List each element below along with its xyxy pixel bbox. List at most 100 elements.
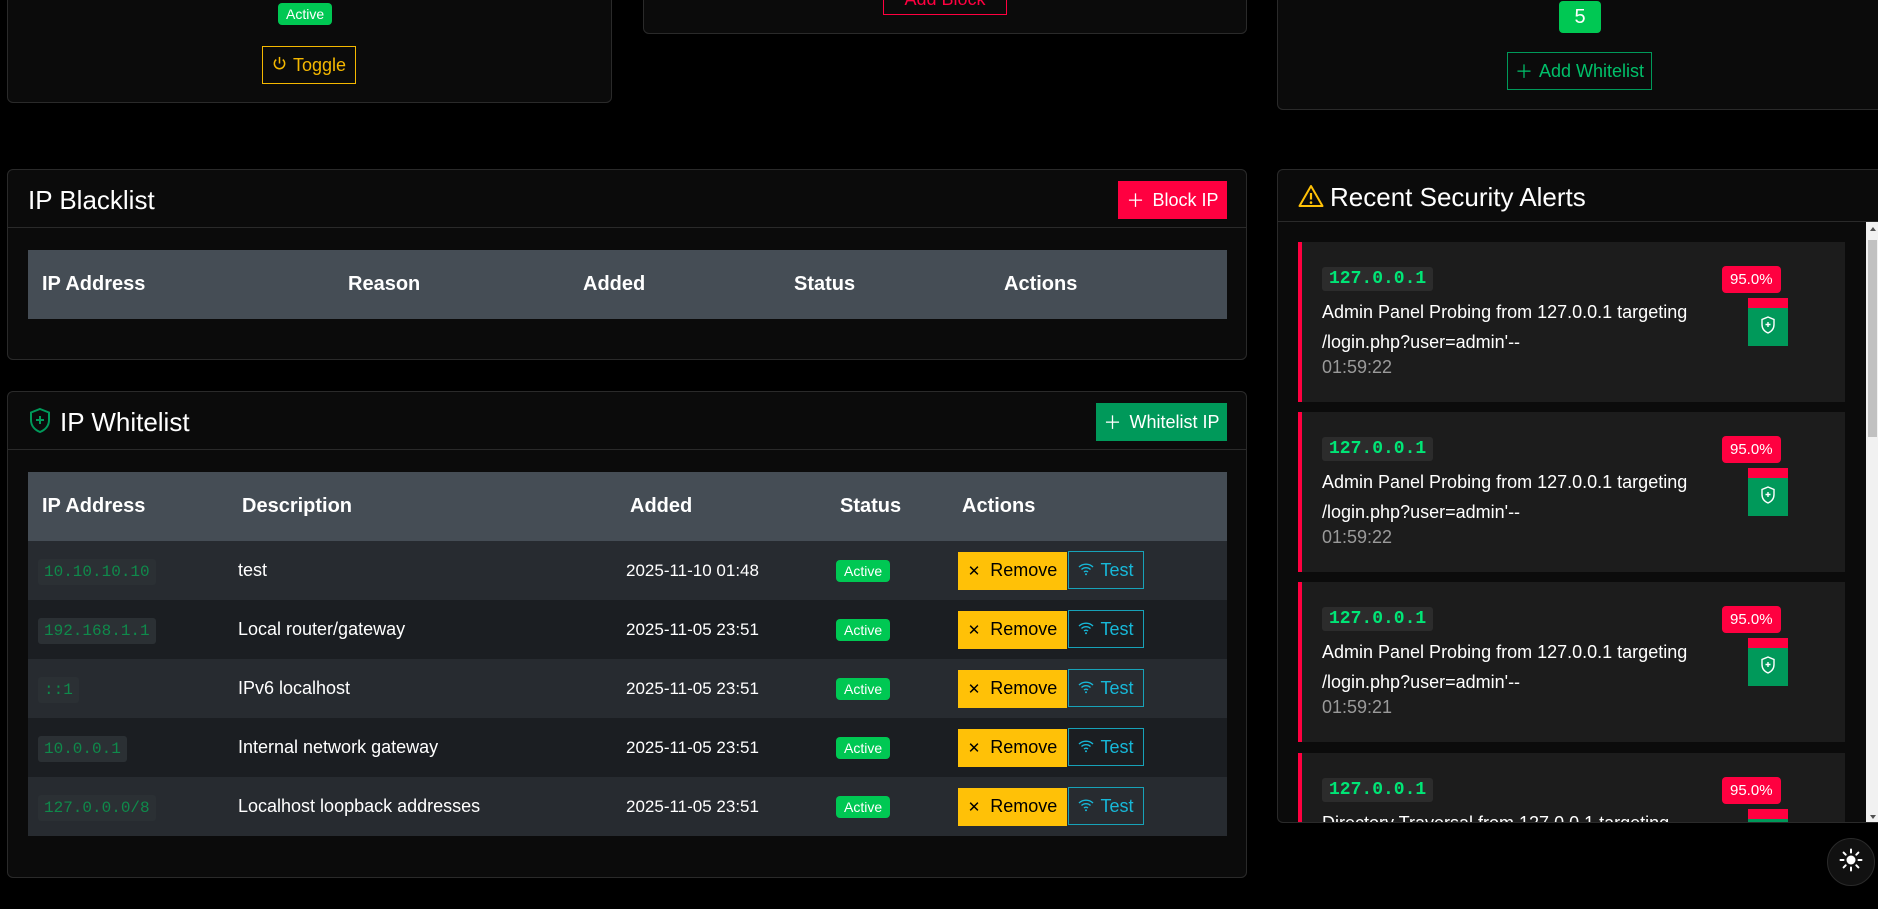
add-block-button[interactable]: Add Block <box>883 0 1007 15</box>
remove-label: Remove <box>990 678 1058 699</box>
service-status-card: Active Toggle <box>7 0 612 103</box>
whitelist-table: IP Address Description Added Status Acti… <box>28 472 1227 836</box>
security-alerts-panel: Recent Security Alerts 127.0.0.1 Admin P… <box>1277 169 1878 823</box>
wifi-icon <box>1078 737 1094 758</box>
block-ip-button[interactable]: ＋ Block IP <box>1118 181 1227 219</box>
table-header-row: IP Address Description Added Status Acti… <box>28 472 1227 541</box>
shield-plus-icon <box>1760 655 1776 679</box>
alert-item[interactable]: 127.0.0.1 Admin Panel Probing from 127.0… <box>1298 242 1845 402</box>
test-label: Test <box>1100 677 1134 698</box>
whitelist-count-card: 5 ＋ Add Whitelist <box>1277 0 1878 110</box>
toggle-label: Toggle <box>292 54 347 75</box>
test-label: Test <box>1100 559 1134 580</box>
column-header: Status <box>794 273 856 295</box>
block-card: Add Block <box>643 0 1247 34</box>
column-header: Actions <box>1004 273 1078 295</box>
column-header: Status <box>840 495 902 517</box>
alert-item[interactable]: 127.0.0.1 Admin Panel Probing from 127.0… <box>1298 582 1845 742</box>
whitelist-ip-label: Whitelist IP <box>1129 411 1220 432</box>
alert-message: Directory Traversal from 127.0.0.1 targe… <box>1322 813 1670 823</box>
remove-button[interactable]: ✕ Remove <box>958 787 1067 826</box>
threat-score-badge: 95.0% <box>1722 777 1781 804</box>
scroll-up-arrow[interactable] <box>1866 222 1878 236</box>
status-badge: Active <box>278 3 333 25</box>
threat-score-badge: 95.0% <box>1722 266 1781 293</box>
plus-icon: ＋ <box>1126 191 1145 211</box>
remove-label: Remove <box>990 737 1058 758</box>
alert-message: Admin Panel Probing from 127.0.0.1 targe… <box>1322 472 1688 522</box>
status-badge: Active <box>836 677 891 700</box>
whitelist-ip-action[interactable] <box>1748 468 1788 516</box>
remove-button[interactable]: ✕ Remove <box>958 669 1067 708</box>
remove-button[interactable]: ✕ Remove <box>958 610 1067 649</box>
whitelist-ip-action[interactable] <box>1748 809 1788 822</box>
status-badge: Active <box>836 618 891 641</box>
test-button[interactable]: Test <box>1068 787 1144 826</box>
close-icon: ✕ <box>967 621 981 639</box>
ip-whitelist-panel: IP Whitelist ＋ Whitelist IP IP Address D… <box>7 391 1247 878</box>
remove-label: Remove <box>990 796 1058 817</box>
test-button[interactable]: Test <box>1068 669 1144 708</box>
wifi-icon <box>1078 678 1094 699</box>
whitelist-ip-button[interactable]: ＋ Whitelist IP <box>1096 403 1227 441</box>
blacklist-title: IP Blacklist <box>28 185 155 215</box>
alert-item[interactable]: 127.0.0.1 Directory Traversal from 127.0… <box>1298 753 1845 823</box>
alert-message: Admin Panel Probing from 127.0.0.1 targe… <box>1322 642 1688 692</box>
theme-toggle-button[interactable] <box>1827 838 1875 886</box>
whitelist-ip-action[interactable] <box>1748 638 1788 686</box>
wifi-icon <box>1078 619 1094 640</box>
test-button[interactable]: Test <box>1068 551 1144 590</box>
remove-label: Remove <box>990 560 1058 581</box>
wifi-icon <box>1078 560 1094 581</box>
plus-icon: ＋ <box>1103 413 1122 433</box>
table-row: 192.168.1.1 Local router/gateway 2025-11… <box>28 600 1227 659</box>
blacklist-header: IP Blacklist ＋ Block IP <box>8 170 1246 228</box>
description-cell: Local router/gateway <box>238 619 406 639</box>
column-header: IP Address <box>42 495 146 517</box>
test-button[interactable]: Test <box>1068 610 1144 649</box>
description-cell: Internal network gateway <box>238 737 439 757</box>
whitelist-title: IP Whitelist <box>60 407 190 437</box>
block-ip-label: Block IP <box>1152 189 1219 210</box>
column-header: Actions <box>962 495 1036 517</box>
alerts-list[interactable]: 127.0.0.1 Admin Panel Probing from 127.0… <box>1278 222 1868 823</box>
added-cell: 2025-11-10 01:48 <box>626 560 759 580</box>
remove-button[interactable]: ✕ Remove <box>958 728 1067 767</box>
column-header: Reason <box>348 273 421 295</box>
shield-plus-icon <box>28 407 52 439</box>
test-button[interactable]: Test <box>1068 728 1144 767</box>
ip-address: 192.168.1.1 <box>38 618 156 644</box>
close-icon: ✕ <box>967 739 981 757</box>
ip-address: 127.0.0.0/8 <box>38 795 156 821</box>
table-row: 10.0.0.1 Internal network gateway 2025-1… <box>28 718 1227 777</box>
alert-ip: 127.0.0.1 <box>1322 267 1434 291</box>
sun-icon <box>1839 848 1863 877</box>
ip-address: 10.10.10.10 <box>38 559 156 585</box>
column-header: IP Address <box>42 273 146 295</box>
table-row: ::1 IPv6 localhost 2025-11-05 23:51 Acti… <box>28 659 1227 718</box>
ip-blacklist-panel: IP Blacklist ＋ Block IP IP Address Reaso… <box>7 169 1247 360</box>
close-icon: ✕ <box>967 562 981 580</box>
scroll-down-arrow[interactable] <box>1866 810 1878 822</box>
test-label: Test <box>1100 795 1134 816</box>
ip-address: 10.0.0.1 <box>38 736 127 762</box>
table-header-row: IP Address Reason Added Status Actions <box>28 250 1227 319</box>
description-cell: Localhost loopback addresses <box>238 796 481 816</box>
threat-score-badge: 95.0% <box>1722 436 1781 463</box>
table-row: 10.10.10.10 test 2025-11-10 01:48 Active… <box>28 541 1227 600</box>
alert-item[interactable]: 127.0.0.1 Admin Panel Probing from 127.0… <box>1298 412 1845 572</box>
remove-button[interactable]: ✕ Remove <box>958 551 1067 590</box>
added-cell: 2025-11-05 23:51 <box>626 619 759 639</box>
added-cell: 2025-11-05 23:51 <box>626 796 759 816</box>
status-badge: Active <box>836 795 891 818</box>
added-cell: 2025-11-05 23:51 <box>626 737 759 757</box>
scroll-thumb[interactable] <box>1868 240 1877 437</box>
warning-triangle-icon <box>1298 184 1324 213</box>
add-whitelist-button[interactable]: ＋ Add Whitelist <box>1507 52 1652 90</box>
alerts-scrollbar[interactable] <box>1866 222 1878 822</box>
whitelist-ip-action[interactable] <box>1748 298 1788 346</box>
plus-icon: ＋ <box>1514 62 1533 82</box>
whitelist-header: IP Whitelist ＋ Whitelist IP <box>8 392 1246 450</box>
add-block-label: Add Block <box>904 0 985 10</box>
toggle-button[interactable]: Toggle <box>262 46 356 84</box>
